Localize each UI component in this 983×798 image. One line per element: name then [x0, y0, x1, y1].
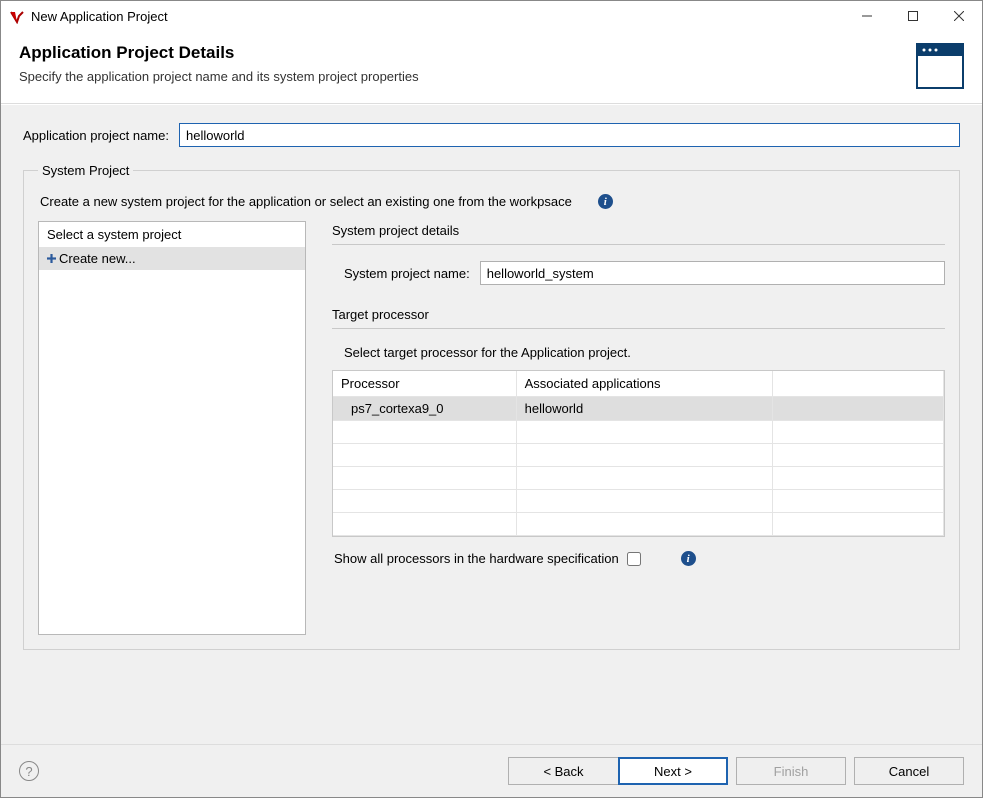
wizard-body: Application project name: System Project… — [1, 104, 982, 744]
target-processor-title: Target processor — [332, 307, 945, 322]
wizard-banner-icon — [916, 43, 964, 89]
titlebar: New Application Project — [1, 1, 982, 31]
table-row[interactable] — [333, 467, 944, 490]
target-processor-hint: Select target processor for the Applicat… — [344, 345, 945, 360]
page-title: Application Project Details — [19, 43, 904, 63]
wizard-window: New Application Project Application Proj… — [0, 0, 983, 798]
finish-button: Finish — [736, 757, 846, 785]
close-button[interactable] — [936, 1, 982, 31]
system-project-hint: Create a new system project for the appl… — [40, 194, 572, 209]
app-icon — [9, 8, 25, 24]
col-associated-apps: Associated applications — [516, 371, 772, 397]
system-project-list[interactable]: Select a system project Create new... — [38, 221, 306, 635]
table-row[interactable] — [333, 490, 944, 513]
info-icon[interactable]: i — [681, 551, 696, 566]
divider — [332, 244, 945, 245]
plus-icon — [45, 253, 57, 265]
system-project-list-header: Select a system project — [39, 222, 305, 247]
help-icon[interactable]: ? — [19, 761, 39, 781]
show-all-checkbox[interactable] — [627, 552, 641, 566]
create-new-item[interactable]: Create new... — [39, 247, 305, 270]
cancel-button[interactable]: Cancel — [854, 757, 964, 785]
next-button[interactable]: Next > — [618, 757, 728, 785]
create-new-label: Create new... — [59, 251, 136, 266]
info-icon[interactable]: i — [598, 194, 613, 209]
system-project-legend: System Project — [38, 163, 133, 178]
system-details-title: System project details — [332, 223, 945, 238]
system-project-group: System Project Create a new system proje… — [23, 163, 960, 650]
system-name-input[interactable] — [480, 261, 945, 285]
apps-cell: helloworld — [516, 397, 772, 421]
window-controls — [844, 1, 982, 31]
wizard-footer: ? < Back Next > Finish Cancel — [1, 744, 982, 797]
window-title: New Application Project — [31, 9, 844, 24]
show-all-label: Show all processors in the hardware spec… — [334, 551, 619, 566]
system-name-label: System project name: — [344, 266, 470, 281]
app-name-label: Application project name: — [23, 128, 169, 143]
wizard-header: Application Project Details Specify the … — [1, 31, 982, 104]
processor-table[interactable]: Processor Associated applications ps7_co… — [332, 370, 945, 537]
table-row[interactable] — [333, 513, 944, 536]
processor-cell: ps7_cortexa9_0 — [333, 397, 516, 421]
col-processor: Processor — [333, 371, 516, 397]
minimize-button[interactable] — [844, 1, 890, 31]
divider — [332, 328, 945, 329]
table-row[interactable] — [333, 444, 944, 467]
col-empty — [773, 371, 944, 397]
app-name-input[interactable] — [179, 123, 960, 147]
page-subtitle: Specify the application project name and… — [19, 69, 904, 84]
table-row[interactable] — [333, 421, 944, 444]
back-button[interactable]: < Back — [508, 757, 618, 785]
table-row[interactable]: ps7_cortexa9_0 helloworld — [333, 397, 944, 421]
maximize-button[interactable] — [890, 1, 936, 31]
